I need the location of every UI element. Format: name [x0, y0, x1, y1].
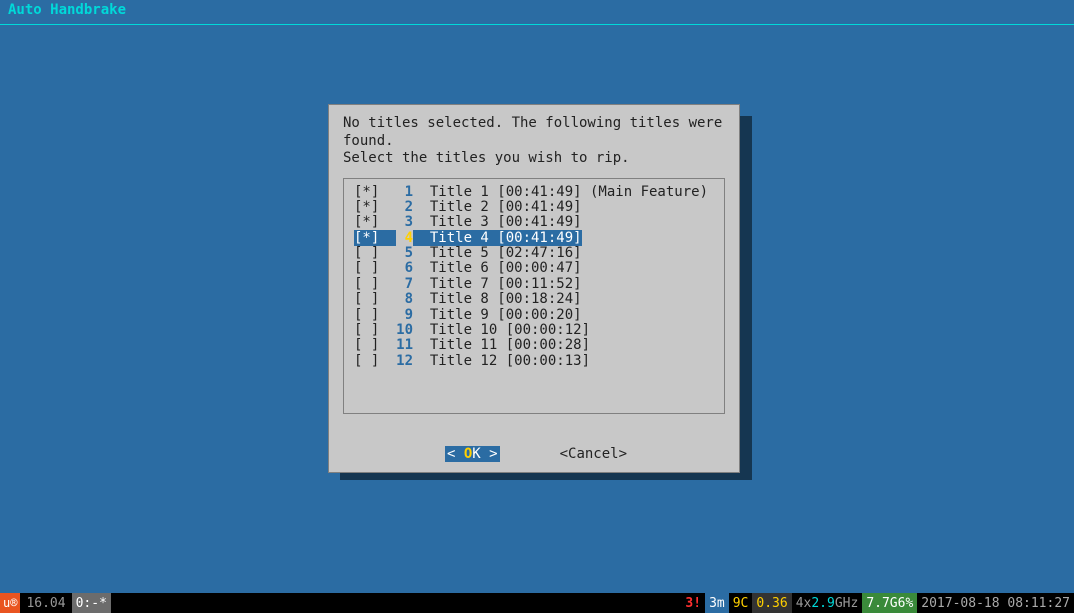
- dialog-message: No titles selected. The following titles…: [343, 115, 725, 168]
- temp-indicator: 9C: [729, 593, 753, 613]
- cancel-button[interactable]: <Cancel>: [560, 446, 627, 462]
- ok-button[interactable]: < OK >: [445, 446, 500, 462]
- dialog-container: No titles selected. The following titles…: [328, 104, 740, 473]
- title-row-6[interactable]: [ ] 6 Title 6 [00:00:47]: [354, 261, 714, 276]
- app-title: Auto Handbrake: [0, 0, 1074, 20]
- status-bar: u® 16.04 0:-* 3! 3m 9C 0.36 4x2.9GHz 7.7…: [0, 593, 1074, 613]
- title-row-8[interactable]: [ ] 8 Title 8 [00:18:24]: [354, 292, 714, 307]
- title-row-11[interactable]: [ ] 11 Title 11 [00:00:28]: [354, 338, 714, 353]
- dialog-buttons: < OK > <Cancel>: [343, 446, 725, 462]
- os-version: 16.04: [20, 596, 71, 611]
- cpu-indicator: 4x2.9GHz: [792, 593, 863, 613]
- title-select-dialog: No titles selected. The following titles…: [328, 104, 740, 473]
- title-row-4[interactable]: [*] 4 Title 4 [00:41:49]: [354, 231, 714, 246]
- title-row-12[interactable]: [ ] 12 Title 12 [00:00:13]: [354, 354, 714, 369]
- title-row-2[interactable]: [*] 2 Title 2 [00:41:49]: [354, 200, 714, 215]
- ubuntu-logo: u®: [0, 593, 20, 613]
- tmux-window[interactable]: 0:-*: [72, 593, 111, 613]
- title-row-9[interactable]: [ ] 9 Title 9 [00:00:20]: [354, 308, 714, 323]
- title-divider: [0, 24, 1074, 25]
- dialog-message-line2: Select the titles you wish to rip.: [343, 150, 725, 168]
- datetime: 2017-08-18 08:11:27: [917, 596, 1074, 611]
- mail-indicator: 3m: [705, 593, 729, 613]
- status-bar-right: 3! 3m 9C 0.36 4x2.9GHz 7.7G6% 2017-08-18…: [681, 593, 1074, 613]
- dialog-message-line1: No titles selected. The following titles…: [343, 115, 725, 150]
- title-row-5[interactable]: [ ] 5 Title 5 [02:47:16]: [354, 246, 714, 261]
- title-row-3[interactable]: [*] 3 Title 3 [00:41:49]: [354, 215, 714, 230]
- title-list[interactable]: [*] 1 Title 1 [00:41:49] (Main Feature)[…: [343, 178, 725, 414]
- title-row-7[interactable]: [ ] 7 Title 7 [00:11:52]: [354, 277, 714, 292]
- title-row-1[interactable]: [*] 1 Title 1 [00:41:49] (Main Feature): [354, 185, 714, 200]
- alert-indicator: 3!: [681, 593, 705, 613]
- status-bar-left: u® 16.04 0:-*: [0, 593, 111, 613]
- memory-indicator: 7.7G6%: [862, 593, 917, 613]
- title-row-10[interactable]: [ ] 10 Title 10 [00:00:12]: [354, 323, 714, 338]
- load-indicator: 0.36: [752, 593, 791, 613]
